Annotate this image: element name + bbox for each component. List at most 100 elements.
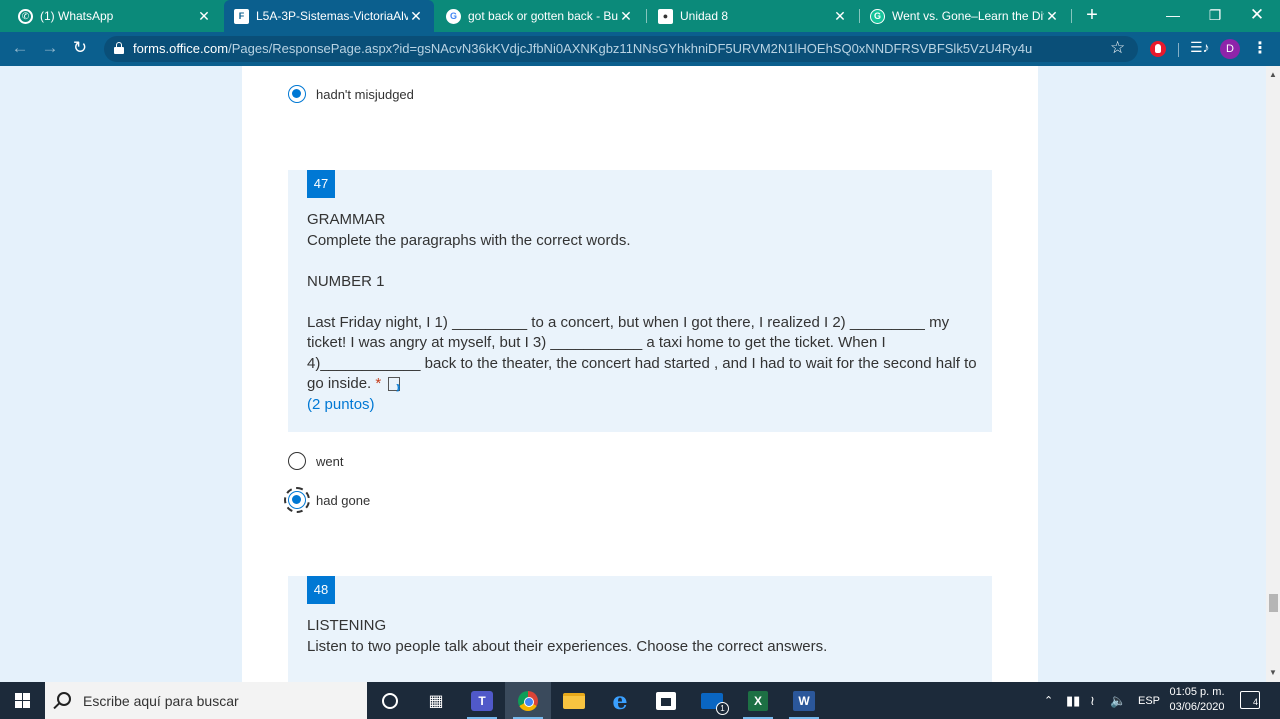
- scroll-up-icon[interactable]: ▲: [1266, 68, 1280, 82]
- close-icon[interactable]: ✕: [832, 8, 848, 25]
- tab-forms-active[interactable]: F L5A-3P-Sistemas-VictoriaAlvar ✕: [224, 0, 434, 32]
- forms-icon: F: [234, 8, 249, 24]
- cortana-icon: [382, 692, 398, 709]
- question-number: 47: [307, 170, 335, 198]
- choice-went[interactable]: went: [288, 452, 343, 470]
- media-control-icon[interactable]: ☰♪: [1190, 39, 1210, 56]
- tab-unidad[interactable]: ● Unidad 8 ✕: [648, 0, 858, 32]
- tab-google-search[interactable]: G got back or gotten back - Busc ✕: [436, 0, 644, 32]
- grammarly-icon: G: [870, 8, 885, 24]
- store-taskbar-button[interactable]: [643, 682, 689, 719]
- tab-separator: [1071, 9, 1072, 23]
- page-viewport: hadn't misjudged 47 GRAMMAR Complete the…: [0, 66, 1266, 682]
- choice-hadnt-misjudged[interactable]: hadn't misjudged: [288, 85, 414, 103]
- bookmark-star-icon[interactable]: ☆: [1110, 38, 1125, 58]
- whatsapp-icon: ✆: [18, 8, 33, 24]
- scroll-thumb[interactable]: [1269, 594, 1278, 612]
- chevron-up-icon: ⌃: [1044, 695, 1054, 707]
- reload-button[interactable]: ↻: [68, 37, 92, 61]
- minimize-button[interactable]: —: [1150, 0, 1196, 32]
- lock-icon: [114, 42, 124, 54]
- mail-badge: 1: [716, 701, 729, 715]
- question-48: 48 LISTENING Listen to two people talk a…: [288, 576, 992, 682]
- search-icon: [57, 692, 71, 706]
- tab-title: L5A-3P-Sistemas-VictoriaAlvar: [256, 9, 408, 23]
- toolbar-separator: [1178, 43, 1179, 57]
- close-icon[interactable]: ✕: [618, 8, 634, 25]
- task-view-button[interactable]: ▦: [413, 682, 459, 719]
- clock-time: 01:05 p. m.: [1169, 686, 1225, 698]
- question-section-title: GRAMMAR: [307, 211, 386, 228]
- chrome-taskbar-button[interactable]: [505, 682, 551, 719]
- windows-taskbar: Escribe aquí para buscar ▦ T e 1 X W ⌃ ▮…: [0, 682, 1280, 719]
- show-hidden-icons[interactable]: ⌃: [1044, 682, 1053, 719]
- taskbar-clock[interactable]: 01:05 p. m. 03/06/2020: [1164, 685, 1230, 715]
- close-window-button[interactable]: ✕: [1234, 0, 1280, 32]
- page-scrollbar[interactable]: ▲ ▼: [1266, 66, 1280, 682]
- question-section-title: LISTENING: [307, 617, 387, 634]
- tab-separator: [646, 9, 647, 23]
- edge-taskbar-button[interactable]: e: [597, 682, 643, 719]
- word-taskbar-button[interactable]: W: [781, 682, 827, 719]
- immersive-reader-icon[interactable]: [387, 375, 405, 399]
- browser-toolbar: ← → ↻ forms.office.com/Pages/ResponsePag…: [0, 32, 1280, 66]
- tab-strip: ✆ (1) WhatsApp ✕ F L5A-3P-Sistemas-Victo…: [0, 0, 1280, 32]
- choice-label: had gone: [316, 492, 371, 508]
- search-placeholder: Escribe aquí para buscar: [83, 693, 239, 709]
- close-icon[interactable]: ✕: [408, 8, 424, 25]
- question-text: GRAMMAR Complete the paragraphs with the…: [307, 210, 977, 415]
- close-icon[interactable]: ✕: [196, 8, 212, 25]
- question-spacer: [307, 292, 977, 313]
- restore-button[interactable]: ❐: [1192, 0, 1238, 32]
- question-instruction: Complete the paragraphs with the correct…: [307, 231, 631, 249]
- radio-button[interactable]: [288, 85, 306, 103]
- tab-title: (1) WhatsApp: [40, 9, 114, 23]
- language-indicator[interactable]: ESP: [1138, 682, 1160, 719]
- tab-title: got back or gotten back - Busc: [468, 9, 618, 23]
- wifi-icon[interactable]: ≀: [1090, 682, 1095, 719]
- volume-icon[interactable]: 🔈: [1110, 682, 1126, 719]
- clock-date: 03/06/2020: [1169, 701, 1225, 713]
- file-explorer-button[interactable]: [551, 682, 597, 719]
- profile-avatar[interactable]: D: [1220, 39, 1240, 59]
- question-spacer: [307, 251, 977, 272]
- task-view-icon: ▦: [428, 692, 444, 710]
- tab-grammarly[interactable]: G Went vs. Gone–Learn the Diffe ✕: [860, 0, 1070, 32]
- notification-center-icon[interactable]: 4: [1240, 691, 1260, 709]
- close-icon[interactable]: ✕: [1044, 8, 1060, 25]
- question-instruction: Listen to two people talk about their ex…: [307, 637, 828, 655]
- tab-title: Unidad 8: [680, 9, 729, 23]
- question-text: LISTENING Listen to two people talk abou…: [307, 616, 977, 657]
- taskbar-search[interactable]: Escribe aquí para buscar: [45, 682, 367, 719]
- scroll-down-icon[interactable]: ▼: [1266, 666, 1280, 680]
- excel-icon: X: [748, 690, 768, 711]
- radio-button[interactable]: [284, 487, 310, 513]
- teams-taskbar-button[interactable]: T: [459, 682, 505, 719]
- mail-icon: 1: [701, 692, 729, 715]
- tab-whatsapp[interactable]: ✆ (1) WhatsApp ✕: [8, 0, 222, 32]
- form-card: hadn't misjudged 47 GRAMMAR Complete the…: [242, 66, 1038, 682]
- battery-icon[interactable]: ▮▮: [1066, 682, 1080, 719]
- radio-button[interactable]: [288, 452, 306, 470]
- forward-button[interactable]: →: [38, 37, 62, 61]
- folder-icon: [563, 692, 585, 709]
- tab-title: Went vs. Gone–Learn the Diffe: [892, 9, 1044, 23]
- choice-label: hadn't misjudged: [316, 86, 414, 102]
- url-text: forms.office.com/Pages/ResponsePage.aspx…: [133, 41, 1033, 56]
- address-bar[interactable]: forms.office.com/Pages/ResponsePage.aspx…: [104, 36, 1138, 62]
- question-points: (2 puntos): [307, 395, 375, 413]
- mail-taskbar-button[interactable]: 1: [689, 682, 735, 719]
- windows-logo-icon: [15, 693, 30, 708]
- new-tab-button[interactable]: +: [1080, 4, 1104, 28]
- store-icon: [656, 691, 676, 710]
- google-icon: G: [446, 8, 461, 24]
- teams-icon: T: [471, 690, 493, 711]
- extension-icon[interactable]: [1150, 41, 1166, 57]
- excel-taskbar-button[interactable]: X: [735, 682, 781, 719]
- start-button[interactable]: [0, 682, 44, 719]
- menu-icon[interactable]: ⋮: [1252, 38, 1268, 58]
- back-button[interactable]: ←: [8, 37, 32, 61]
- question-paragraph: Last Friday night, I 1) _________ to a c…: [307, 313, 977, 399]
- choice-had-gone[interactable]: had gone: [284, 487, 371, 513]
- cortana-button[interactable]: [367, 682, 413, 719]
